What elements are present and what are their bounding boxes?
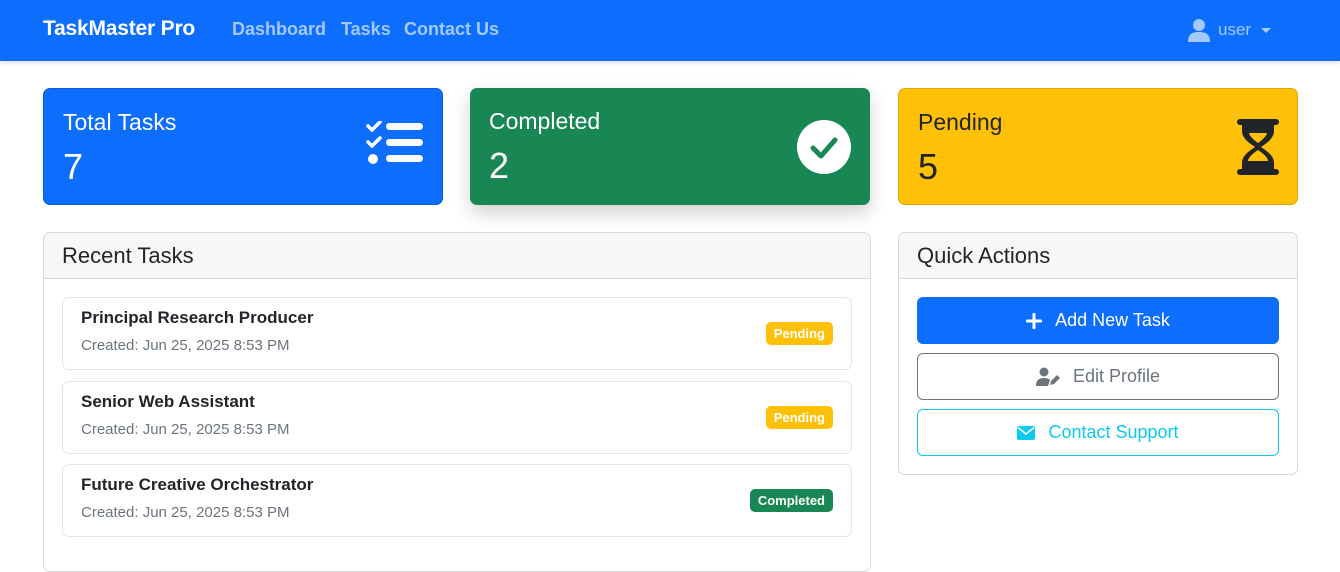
nav-link-dashboard[interactable]: Dashboard [232,19,326,40]
task-created-date: Created: Jun 25, 2025 8:53 PM [81,337,290,354]
chevron-down-icon [1261,27,1272,33]
task-item[interactable]: Principal Research Producer Created: Jun… [62,297,852,370]
task-created-date: Created: Jun 25, 2025 8:53 PM [81,421,290,438]
user-icon [1188,19,1210,42]
status-badge: Completed [749,489,833,512]
quick-actions-panel: Quick Actions Add New Task Edit Profile … [898,232,1298,475]
user-edit-icon [1035,367,1060,386]
panel-title: Recent Tasks [44,233,870,279]
hourglass-icon [1237,119,1279,175]
user-name: user [1218,20,1252,39]
status-badge: Pending [765,322,833,345]
button-label: Add New Task [1055,310,1170,330]
stat-card-completed: Completed 2 [470,88,870,205]
nav-link-tasks[interactable]: Tasks [341,19,391,40]
button-label: Contact Support [1048,422,1179,442]
add-new-task-button[interactable]: Add New Task [917,297,1279,344]
panel-title: Quick Actions [899,233,1297,279]
status-badge: Pending [765,406,833,429]
contact-support-button[interactable]: Contact Support [917,409,1279,456]
brand-logo[interactable]: TaskMaster Pro [43,17,195,41]
stat-title: Pending [918,109,1003,135]
user-dropdown[interactable]: user [1188,17,1272,43]
check-circle-icon [797,120,851,174]
tasks-list-icon [366,121,423,164]
envelope-icon [1017,425,1036,440]
stat-card-pending: Pending 5 [898,88,1298,205]
task-created-date: Created: Jun 25, 2025 8:53 PM [81,504,290,521]
stat-card-total-tasks: Total Tasks 7 [43,88,443,205]
button-label: Edit Profile [1072,366,1161,386]
plus-icon [1026,312,1043,329]
stat-value: 5 [918,146,939,187]
recent-tasks-panel: Recent Tasks Principal Research Producer… [43,232,871,572]
task-item[interactable]: Future Creative Orchestrator Created: Ju… [62,464,852,537]
navbar: TaskMaster Pro Dashboard Tasks Contact U… [0,0,1340,61]
task-item[interactable]: Senior Web Assistant Created: Jun 25, 20… [62,381,852,454]
nav-link-contact-us[interactable]: Contact Us [404,19,499,40]
task-title: Principal Research Producer [81,308,314,327]
edit-profile-button[interactable]: Edit Profile [917,353,1279,400]
task-title: Senior Web Assistant [81,392,255,411]
task-title: Future Creative Orchestrator [81,475,314,494]
